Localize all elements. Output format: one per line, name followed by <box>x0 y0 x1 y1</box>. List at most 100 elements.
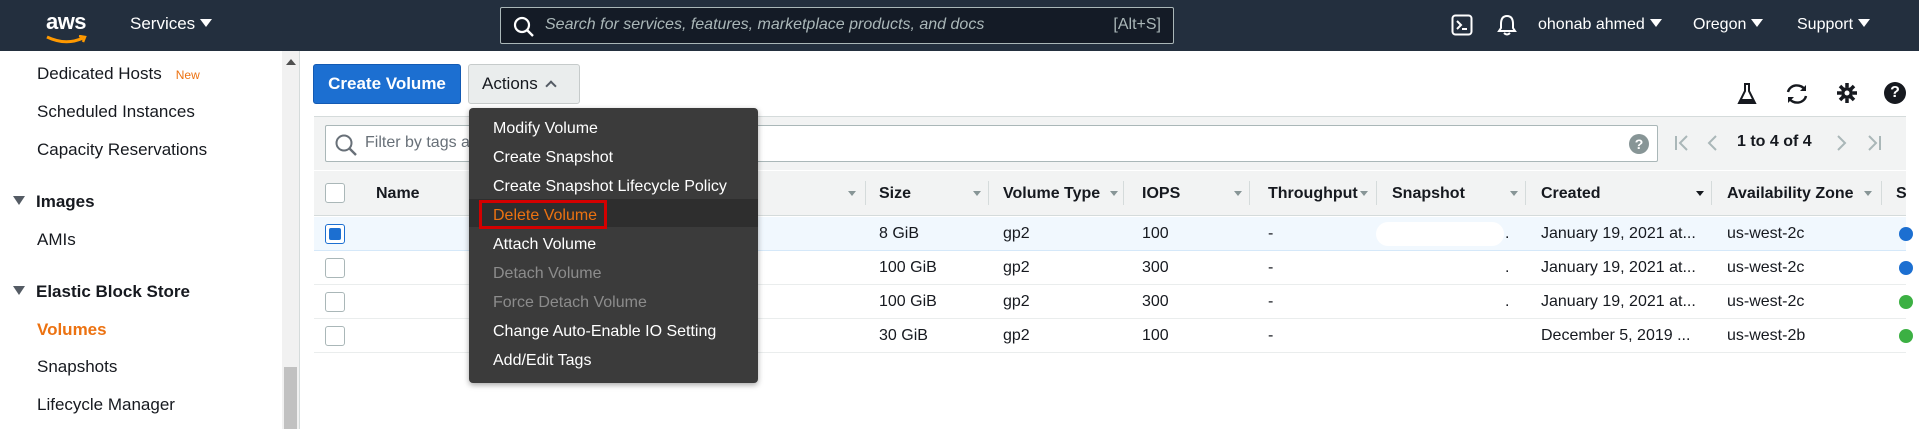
services-menu-button[interactable]: Services <box>130 14 213 34</box>
cell-created: January 19, 2021 at... <box>1541 259 1696 276</box>
sidebar-item-amis[interactable]: AMIs <box>37 230 76 250</box>
first-page-icon[interactable] <box>1674 134 1690 152</box>
menu-item-create-snapshot[interactable]: Create Snapshot <box>493 149 613 167</box>
sidebar-item-scheduled-instances[interactable]: Scheduled Instances <box>37 102 195 122</box>
column-header-availability-zone[interactable]: Availability Zone <box>1727 185 1854 203</box>
cell-created: January 19, 2021 at... <box>1541 225 1696 242</box>
refresh-icon[interactable] <box>1784 82 1810 106</box>
sidebar-section-ebs[interactable]: Elastic Block Store <box>13 282 190 302</box>
column-separator <box>1376 181 1377 205</box>
search-placeholder: Search for services, features, marketpla… <box>545 16 985 33</box>
previous-page-icon[interactable] <box>1706 134 1718 152</box>
services-label: Services <box>130 14 196 33</box>
cell-availability-zone: us-west-2c <box>1727 259 1805 276</box>
sidebar-section-images[interactable]: Images <box>13 192 95 212</box>
column-header-volume-type[interactable]: Volume Type <box>1003 185 1100 203</box>
sidebar-scrollbar[interactable] <box>282 51 299 429</box>
cell-size: 30 GiB <box>879 327 928 344</box>
sidebar-item-volumes[interactable]: Volumes <box>37 320 107 340</box>
sort-icon[interactable] <box>848 191 856 196</box>
account-name: ohonab ahmed <box>1538 16 1645 33</box>
section-label: Images <box>36 192 95 211</box>
state-dot-icon <box>1899 261 1913 275</box>
chevron-down-icon <box>1649 19 1662 27</box>
column-header-snapshot[interactable]: Snapshot <box>1392 185 1465 203</box>
cell-snapshot: . <box>1505 225 1510 242</box>
sidebar-item-capacity-reservations[interactable]: Capacity Reservations <box>37 140 207 160</box>
menu-item-change-auto-enable-io[interactable]: Change Auto-Enable IO Setting <box>493 323 716 341</box>
sort-icon[interactable] <box>1234 191 1242 196</box>
sidebar-item-lifecycle-manager[interactable]: Lifecycle Manager <box>37 395 175 415</box>
row-checkbox[interactable] <box>325 258 345 278</box>
row-checkbox[interactable] <box>325 326 345 346</box>
column-separator <box>1711 181 1712 205</box>
cell-throughput: - <box>1268 327 1274 344</box>
section-label: Elastic Block Store <box>36 282 191 301</box>
row-checkbox[interactable] <box>325 224 345 244</box>
account-menu[interactable]: ohonab ahmed <box>1538 16 1662 34</box>
cell-iops: 300 <box>1142 293 1169 310</box>
column-separator <box>1525 181 1526 205</box>
scroll-up-arrow-icon[interactable] <box>286 59 296 65</box>
pagination-text: 1 to 4 of 4 <box>1737 133 1812 150</box>
menu-item-create-snapshot-lifecycle-policy[interactable]: Create Snapshot Lifecycle Policy <box>493 178 727 196</box>
cell-created: January 19, 2021 at... <box>1541 293 1696 310</box>
cloudshell-icon[interactable] <box>1451 14 1473 36</box>
filter-help-icon[interactable]: ? <box>1629 134 1649 154</box>
aws-logo-text: aws <box>45 9 87 34</box>
cell-throughput: - <box>1268 225 1274 242</box>
sort-descending-icon[interactable] <box>1696 191 1704 196</box>
cell-availability-zone: us-west-2c <box>1727 293 1805 310</box>
cell-availability-zone: us-west-2b <box>1727 327 1806 344</box>
sort-icon[interactable] <box>1110 191 1118 196</box>
filter-placeholder: Filter by tags a <box>365 134 470 151</box>
cell-iops: 100 <box>1142 327 1169 344</box>
scrollbar-thumb[interactable] <box>284 367 297 429</box>
cell-availability-zone: us-west-2c <box>1727 225 1805 242</box>
cell-size: 100 GiB <box>879 259 937 276</box>
sort-icon[interactable] <box>1864 191 1872 196</box>
global-search-input[interactable]: Search for services, features, marketpla… <box>500 7 1174 44</box>
next-page-icon[interactable] <box>1836 134 1848 152</box>
aws-logo[interactable]: aws <box>44 9 88 44</box>
last-page-icon[interactable] <box>1866 134 1882 152</box>
menu-item-attach-volume[interactable]: Attach Volume <box>493 236 596 254</box>
search-shortcut: [Alt+S] <box>1113 16 1161 33</box>
menu-item-add-edit-tags[interactable]: Add/Edit Tags <box>493 352 591 370</box>
row-checkbox[interactable] <box>325 292 345 312</box>
column-header-state[interactable]: S <box>1896 185 1907 203</box>
menu-item-modify-volume[interactable]: Modify Volume <box>493 120 598 138</box>
cell-throughput: - <box>1268 293 1274 310</box>
column-header-iops[interactable]: IOPS <box>1142 185 1180 203</box>
actions-dropdown-menu: Modify Volume Create Snapshot Create Sna… <box>469 108 758 383</box>
create-volume-button[interactable]: Create Volume <box>313 64 461 104</box>
column-header-created[interactable]: Created <box>1541 185 1601 203</box>
caret-down-icon <box>13 286 25 295</box>
cell-volume-type: gp2 <box>1003 225 1030 242</box>
column-separator <box>1249 181 1250 205</box>
select-all-checkbox[interactable] <box>325 183 345 203</box>
sort-icon[interactable] <box>973 191 981 196</box>
sidebar-item-dedicated-hosts[interactable]: Dedicated Hosts New <box>37 64 200 84</box>
notifications-bell-icon[interactable] <box>1496 13 1518 37</box>
column-header-throughput[interactable]: Throughput <box>1268 185 1358 203</box>
settings-gear-icon[interactable] <box>1836 82 1858 104</box>
help-icon[interactable]: ? <box>1884 82 1906 104</box>
cell-snapshot: . <box>1505 259 1510 276</box>
region-menu[interactable]: Oregon <box>1693 16 1764 34</box>
column-header-size[interactable]: Size <box>879 185 911 203</box>
state-dot-icon <box>1899 329 1913 343</box>
column-header-name[interactable]: Name <box>376 185 420 203</box>
sort-icon[interactable] <box>1360 191 1368 196</box>
column-separator <box>1881 181 1882 205</box>
menu-item-detach-volume: Detach Volume <box>493 265 602 282</box>
sidebar-item-snapshots[interactable]: Snapshots <box>37 357 117 377</box>
highlight-annotation-box <box>479 200 607 229</box>
new-badge: New <box>175 68 200 82</box>
sort-icon[interactable] <box>1510 191 1518 196</box>
cell-snapshot: . <box>1505 293 1510 310</box>
actions-button[interactable]: Actions <box>468 64 580 104</box>
flask-icon[interactable] <box>1736 82 1758 106</box>
support-menu[interactable]: Support <box>1797 16 1871 34</box>
chevron-up-icon <box>545 80 557 92</box>
